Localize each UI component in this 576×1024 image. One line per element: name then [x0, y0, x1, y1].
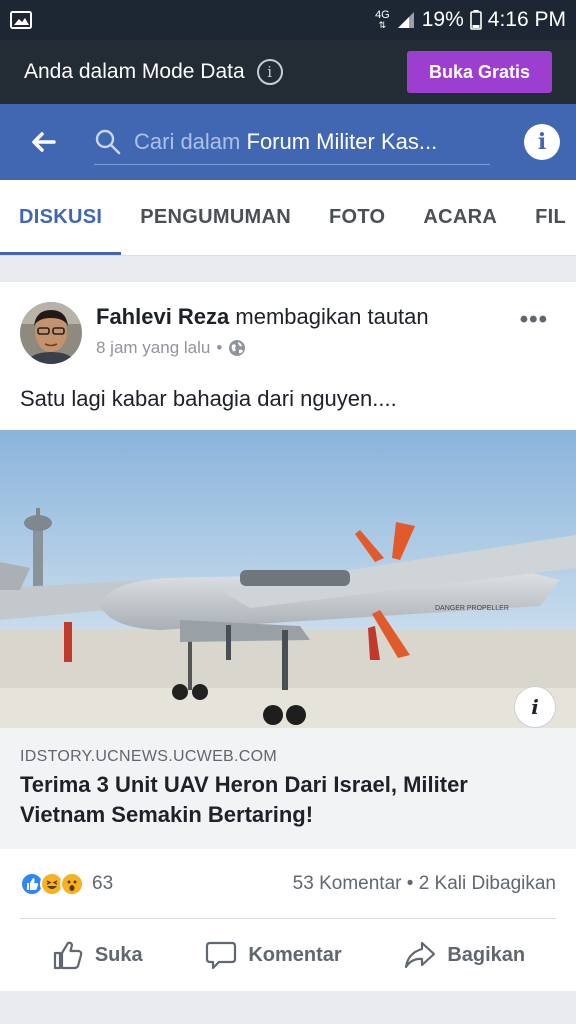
post-actions: Suka Komentar Bagikan — [0, 919, 576, 991]
comment-count[interactable]: 53 Komentar — [293, 873, 402, 894]
post-header-text: Fahlevi Reza membagikan tautan 8 jam yan… — [96, 302, 429, 382]
tab-pengumuman[interactable]: PENGUMUMAN — [121, 180, 310, 255]
data-mode-info-icon[interactable]: i — [256, 59, 283, 85]
signal-icon — [397, 12, 414, 28]
post-timestamp[interactable]: 8 jam yang lalu — [96, 338, 210, 358]
tab-files[interactable]: FIL — [516, 180, 576, 255]
share-arrow-icon — [405, 941, 436, 969]
stat-separator: • — [406, 872, 414, 894]
uav-photo: DANGER PROPELLER — [0, 430, 576, 728]
battery-icon — [469, 10, 482, 30]
group-info-icon[interactable]: i — [524, 124, 560, 160]
free-mode-button[interactable]: Buka Gratis — [406, 51, 552, 93]
avatar[interactable] — [20, 302, 82, 364]
back-arrow-icon[interactable] — [28, 127, 58, 157]
comment-bubble-icon — [206, 941, 237, 970]
post-action-text: membagikan tautan — [235, 304, 429, 329]
search-input[interactable]: Cari dalam Forum Militer Kas... — [94, 119, 490, 165]
search-placeholder: Cari dalam Forum Militer Kas... — [134, 128, 438, 154]
clock: 4:16 PM — [487, 8, 566, 31]
search-icon — [95, 129, 121, 154]
tab-foto[interactable]: FOTO — [310, 180, 404, 255]
tab-diskusi[interactable]: DISKUSI — [0, 180, 122, 255]
feed-gap — [0, 256, 576, 282]
wow-reaction-icon — [60, 871, 84, 896]
thumbs-up-icon — [53, 941, 83, 970]
comment-label: Komentar — [248, 943, 342, 966]
share-button[interactable]: Bagikan — [403, 938, 525, 972]
reaction-summary[interactable]: 63 — [20, 871, 114, 896]
post-meta: 8 jam yang lalu • — [96, 338, 429, 358]
post-stats: 63 53 Komentar • 2 Kali Dibagikan — [20, 849, 556, 919]
author-line: Fahlevi Reza membagikan tautan — [96, 304, 429, 330]
image-info-icon[interactable]: i — [514, 686, 556, 728]
link-domain: IDSTORY.UCNEWS.UCWEB.COM — [20, 748, 278, 765]
network-indicator: 4G ⇅ — [375, 9, 390, 31]
meta-separator: • — [216, 338, 223, 357]
link-title: Terima 3 Unit UAV Heron Dari Israel, Mil… — [20, 772, 468, 827]
post-header: Fahlevi Reza membagikan tautan 8 jam yan… — [0, 282, 576, 382]
search-header: Cari dalam Forum Militer Kas... i — [0, 104, 576, 180]
author-name[interactable]: Fahlevi Reza — [96, 304, 229, 329]
gallery-icon — [10, 11, 32, 29]
like-label: Suka — [94, 943, 143, 966]
status-bar: 4G ⇅ 19% 4:16 PM — [0, 0, 576, 40]
globe-icon — [229, 340, 246, 356]
link-image[interactable]: DANGER PROPELLER i — [0, 430, 576, 728]
post-card: Fahlevi Reza membagikan tautan 8 jam yan… — [0, 282, 576, 991]
comment-button[interactable]: Komentar — [204, 938, 342, 972]
data-mode-bar: Anda dalam Mode Data i Buka Gratis — [0, 40, 576, 104]
post-text: Satu lagi kabar bahagia dari nguyen.... — [20, 386, 397, 411]
like-button[interactable]: Suka — [51, 938, 143, 972]
danger-propeller-marking: DANGER PROPELLER — [435, 605, 509, 612]
share-count[interactable]: 2 Kali Dibagikan — [419, 873, 556, 894]
feed-gap-bottom — [0, 991, 576, 1017]
battery-percent: 19% — [421, 8, 464, 31]
group-tabs: DISKUSI PENGUMUMAN FOTO ACARA FIL — [0, 180, 576, 256]
more-options-icon[interactable]: ••• — [520, 306, 548, 334]
comment-share-stats: 53 Komentar • 2 Kali Dibagikan — [293, 873, 556, 895]
reaction-count: 63 — [92, 872, 114, 894]
tab-acara[interactable]: ACARA — [404, 180, 516, 255]
link-preview[interactable]: IDSTORY.UCNEWS.UCWEB.COM Terima 3 Unit U… — [0, 728, 576, 849]
data-mode-text: Anda dalam Mode Data — [24, 60, 245, 83]
share-label: Bagikan — [447, 943, 526, 966]
